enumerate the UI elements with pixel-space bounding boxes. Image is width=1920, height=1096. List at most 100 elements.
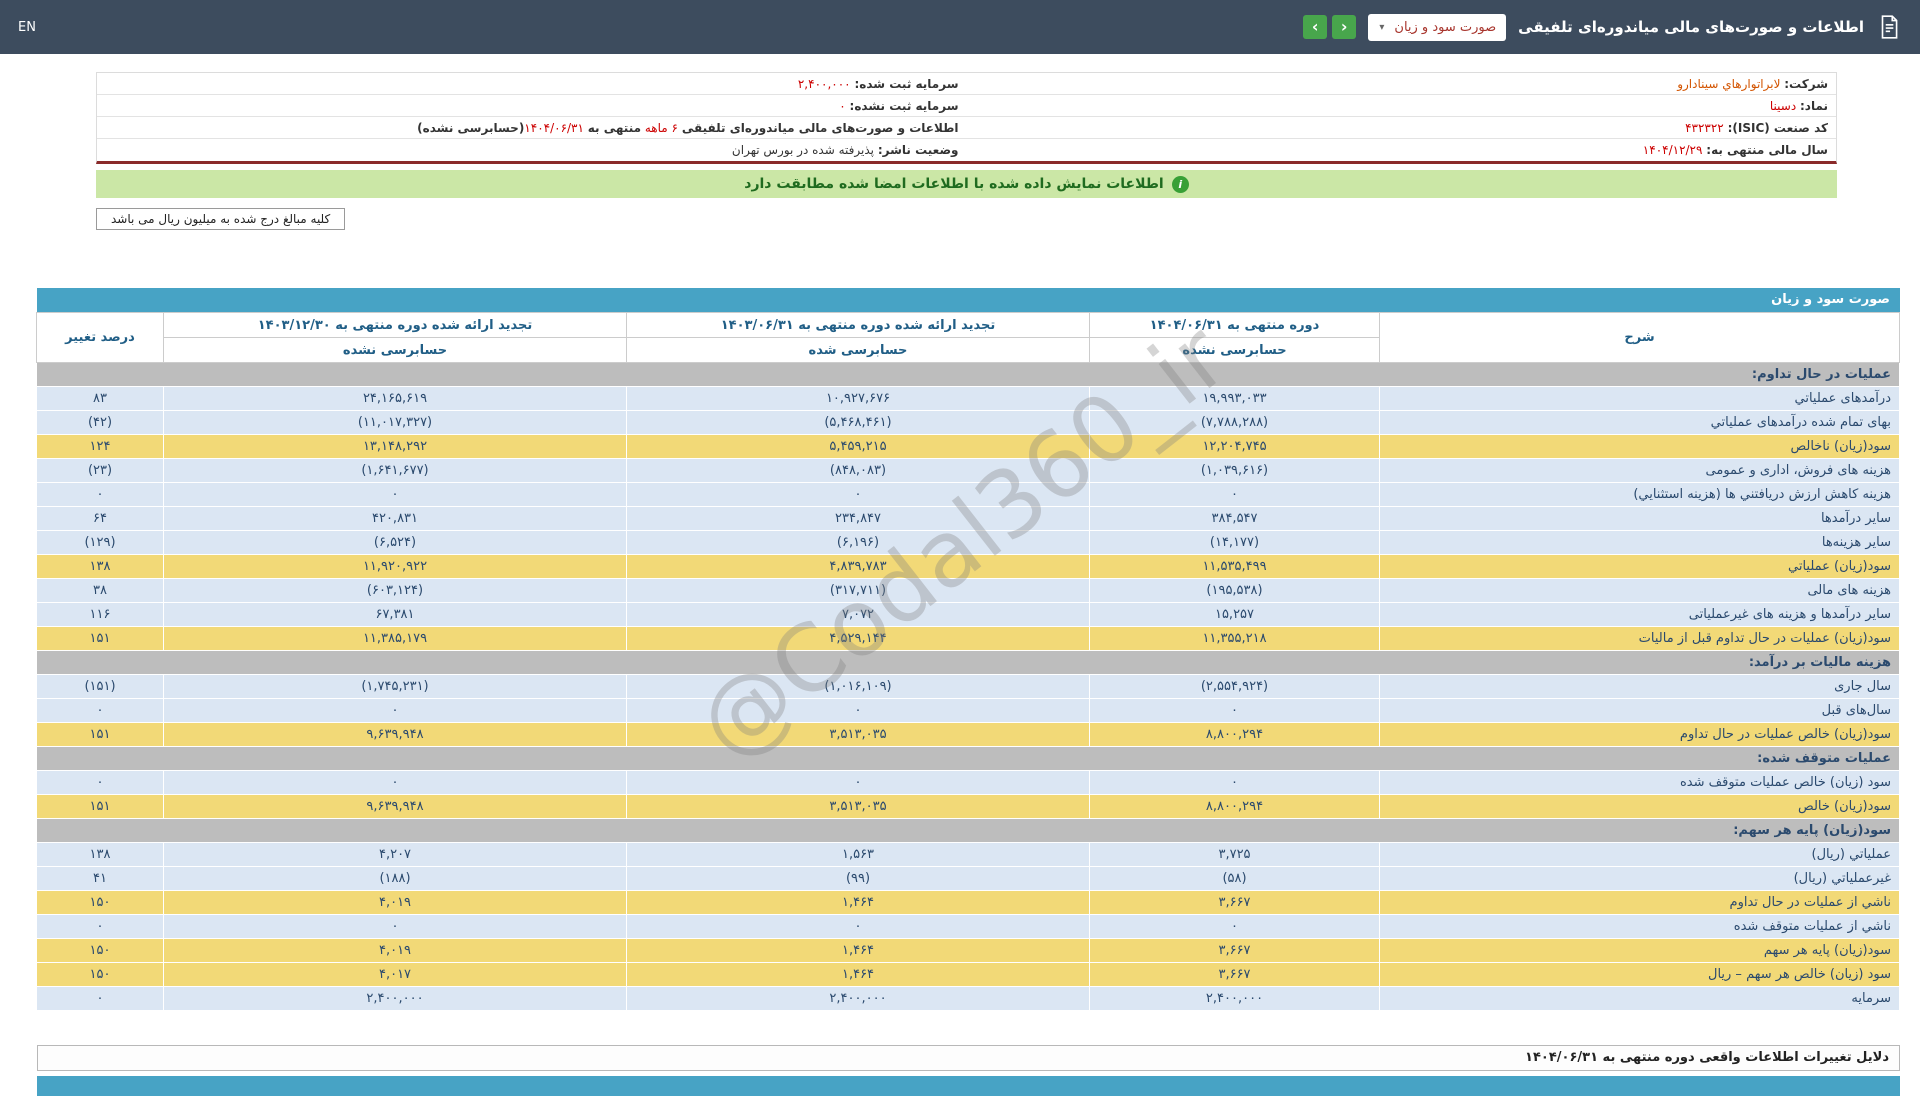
percent-change: ۱۵۰ — [37, 963, 164, 987]
value-restated-yearend: ۹,۶۳۹,۹۴۸ — [164, 723, 627, 747]
value-current-period: ۱۵,۲۵۷ — [1090, 603, 1380, 627]
navbar-left-group: EN — [18, 20, 36, 35]
company-name-link[interactable]: لابراتوارهاي سينادارو — [1677, 77, 1780, 91]
bottom-table-header-bar — [37, 1076, 1900, 1096]
value-restated-yearend: ۹,۶۳۹,۹۴۸ — [164, 795, 627, 819]
issuer-status-value: پذیرفته شده در بورس تهران — [732, 143, 874, 157]
percent-change: ۴۱ — [37, 867, 164, 891]
value-restated-yearend: ۰ — [164, 483, 627, 507]
row-label: هزینه های مالی — [1380, 579, 1900, 603]
value-restated-yearend: ۶۷,۳۸۱ — [164, 603, 627, 627]
percent-change: ۰ — [37, 483, 164, 507]
statement-type-dropdown[interactable]: صورت سود و زیان ▾ — [1368, 14, 1506, 41]
col-header-description: شرح — [1380, 313, 1900, 363]
value-current-period: ۳۸۴,۵۴۷ — [1090, 507, 1380, 531]
statement-data-row: سایر هزینه‌ها(۱۴,۱۷۷)(۶,۱۹۶)(۶,۵۲۴)(۱۲۹) — [37, 531, 1900, 555]
value-restated-yearend: ۴,۰۱۷ — [164, 963, 627, 987]
percent-change: (۱۲۹) — [37, 531, 164, 555]
unregistered-capital-label: سرمایه ثبت نشده: — [850, 99, 959, 113]
value-restated-yearend: ۱۳,۱۴۸,۲۹۲ — [164, 435, 627, 459]
language-toggle[interactable]: EN — [18, 20, 36, 35]
statement-type-value: صورت سود و زیان — [1394, 20, 1496, 35]
changes-reasons-header: دلایل تغییرات اطلاعات واقعی دوره منتهی ب… — [37, 1045, 1900, 1071]
value-current-period: (۱,۰۳۹,۶۱۶) — [1090, 459, 1380, 483]
percent-change: ۱۱۶ — [37, 603, 164, 627]
value-restated-yearend: ۰ — [164, 915, 627, 939]
info-icon: i — [1172, 176, 1189, 193]
audit-status-midyear: حسابرسی شده — [627, 338, 1090, 363]
isic-cell: کد صنعت (ISIC): ۴۳۲۳۲۲ — [967, 119, 1837, 137]
statement-data-row: هزینه های فروش، اداری و عمومی(۱,۰۳۹,۶۱۶)… — [37, 459, 1900, 483]
info-row-isic: کد صنعت (ISIC): ۴۳۲۳۲۲ اطلاعات و صورت‌ها… — [97, 117, 1836, 139]
issuer-status-label: وضعیت ناشر: — [878, 143, 959, 157]
row-label: سایر هزینه‌ها — [1380, 531, 1900, 555]
statement-data-row: غیرعملیاتي (ریال)(۵۸)(۹۹)(۱۸۸)۴۱ — [37, 867, 1900, 891]
row-label: عملیاتي (ریال) — [1380, 843, 1900, 867]
period-length: ۶ ماهه — [645, 121, 678, 135]
value-current-period: ۸,۸۰۰,۲۹۴ — [1090, 795, 1380, 819]
company-cell: شرکت: لابراتوارهاي سينادارو — [967, 75, 1837, 93]
value-restated-midyear: ۴,۸۳۹,۷۸۳ — [627, 555, 1090, 579]
value-restated-yearend: ۲,۴۰۰,۰۰۰ — [164, 987, 627, 1011]
statement-data-row: سایر درآمدها۳۸۴,۵۴۷۲۳۴,۸۴۷۴۲۰,۸۳۱۶۴ — [37, 507, 1900, 531]
value-restated-yearend: (۱,۷۴۵,۲۳۱) — [164, 675, 627, 699]
value-restated-midyear: ۲۳۴,۸۴۷ — [627, 507, 1090, 531]
value-restated-yearend: ۰ — [164, 699, 627, 723]
value-restated-midyear: (۵,۴۶۸,۴۶۱) — [627, 411, 1090, 435]
alert-text: اطلاعات نمایش داده شده با اطلاعات امضا ش… — [744, 176, 1163, 192]
value-restated-midyear: ۱۰,۹۲۷,۶۷۶ — [627, 387, 1090, 411]
statement-header: شرح دوره منتهی به ۱۴۰۴/۰۶/۳۱ تجدید ارائه… — [37, 313, 1900, 363]
row-label: سود(زیان) خالص عملیات در حال تداوم — [1380, 723, 1900, 747]
percent-change: ۱۵۰ — [37, 891, 164, 915]
percent-change: ۰ — [37, 987, 164, 1011]
income-statement-table: شرح دوره منتهی به ۱۴۰۴/۰۶/۳۱ تجدید ارائه… — [36, 312, 1900, 1011]
statement-data-row: ناشي از عملیات در حال تداوم۳,۶۶۷۱,۴۶۴۴,۰… — [37, 891, 1900, 915]
value-restated-yearend: ۰ — [164, 771, 627, 795]
row-label: سایر درآمدها — [1380, 507, 1900, 531]
fiscal-year-cell: سال مالی منتهی به: ۱۴۰۴/۱۲/۲۹ — [967, 141, 1837, 159]
value-current-period: ۱۱,۳۵۵,۲۱۸ — [1090, 627, 1380, 651]
value-restated-midyear: ۵,۴۵۹,۲۱۵ — [627, 435, 1090, 459]
units-note-row: کلیه مبالغ درج شده به میلیون ریال می باش… — [96, 208, 1837, 230]
value-current-period: (۵۸) — [1090, 867, 1380, 891]
unregistered-capital-value: ۰ — [839, 99, 845, 113]
statement-title-bar: صورت سود و زیان — [37, 288, 1900, 312]
value-current-period: ۸,۸۰۰,۲۹۴ — [1090, 723, 1380, 747]
registered-capital-value: ۲,۴۰۰,۰۰۰ — [798, 77, 851, 91]
value-restated-midyear: (۳۱۷,۷۱۱) — [627, 579, 1090, 603]
value-restated-midyear: (۱,۰۱۶,۱۰۹) — [627, 675, 1090, 699]
value-restated-yearend: (۶۰۳,۱۲۴) — [164, 579, 627, 603]
statement-data-row: ناشي از عملیات متوقف شده۰۰۰۰ — [37, 915, 1900, 939]
next-arrow-button[interactable]: › — [1332, 15, 1356, 39]
statement-data-row: هزینه های مالی(۱۹۵,۵۳۸)(۳۱۷,۷۱۱)(۶۰۳,۱۲۴… — [37, 579, 1900, 603]
value-current-period: (۱۹۵,۵۳۸) — [1090, 579, 1380, 603]
percent-change: ۱۳۸ — [37, 843, 164, 867]
prev-arrow-button[interactable]: ‹ — [1303, 15, 1327, 39]
statement-data-row: سایر درآمدها و هزینه های غیرعملیاتی۱۵,۲۵… — [37, 603, 1900, 627]
col-header-current-period: دوره منتهی به ۱۴۰۴/۰۶/۳۱ — [1090, 313, 1380, 338]
value-current-period: (۱۴,۱۷۷) — [1090, 531, 1380, 555]
audit-status-current: حسابرسی نشده — [1090, 338, 1380, 363]
percent-change: ۸۳ — [37, 387, 164, 411]
value-restated-midyear: ۴,۵۲۹,۱۴۴ — [627, 627, 1090, 651]
value-current-period: ۰ — [1090, 915, 1380, 939]
period-description-cell: اطلاعات و صورت‌های مالی میاندوره‌ای تلفی… — [97, 119, 967, 137]
value-restated-yearend: (۶,۵۲۴) — [164, 531, 627, 555]
value-restated-yearend: ۲۴,۱۶۵,۶۱۹ — [164, 387, 627, 411]
isic-value: ۴۳۲۳۲۲ — [1685, 121, 1724, 135]
percent-change: ۱۵۱ — [37, 795, 164, 819]
row-label: هزینه کاهش ارزش دریافتني ها (هزینه استثن… — [1380, 483, 1900, 507]
symbol-link[interactable]: دسينا — [1770, 99, 1796, 113]
statement-section-row: عملیات در حال تداوم: — [37, 363, 1900, 387]
value-restated-midyear: ۱,۴۶۴ — [627, 891, 1090, 915]
statement-data-row: سود (زیان) خالص هر سهم – ریال۳,۶۶۷۱,۴۶۴۴… — [37, 963, 1900, 987]
issuer-status-cell: وضعیت ناشر: پذیرفته شده در بورس تهران — [97, 141, 967, 159]
period-suffix: (حسابرسی نشده) — [417, 121, 524, 135]
company-info-table: شرکت: لابراتوارهاي سينادارو سرمایه ثبت ش… — [96, 72, 1837, 164]
value-current-period: ۳,۶۶۷ — [1090, 891, 1380, 915]
value-restated-midyear: ۱,۵۶۳ — [627, 843, 1090, 867]
statement-body: عملیات در حال تداوم:درآمدهای عملیاتي۱۹,۹… — [37, 363, 1900, 1011]
statement-data-row: سود(زیان) پایه هر سهم۳,۶۶۷۱,۴۶۴۴,۰۱۹۱۵۰ — [37, 939, 1900, 963]
value-restated-yearend: (۱,۶۴۱,۶۷۷) — [164, 459, 627, 483]
row-label: سال جاری — [1380, 675, 1900, 699]
